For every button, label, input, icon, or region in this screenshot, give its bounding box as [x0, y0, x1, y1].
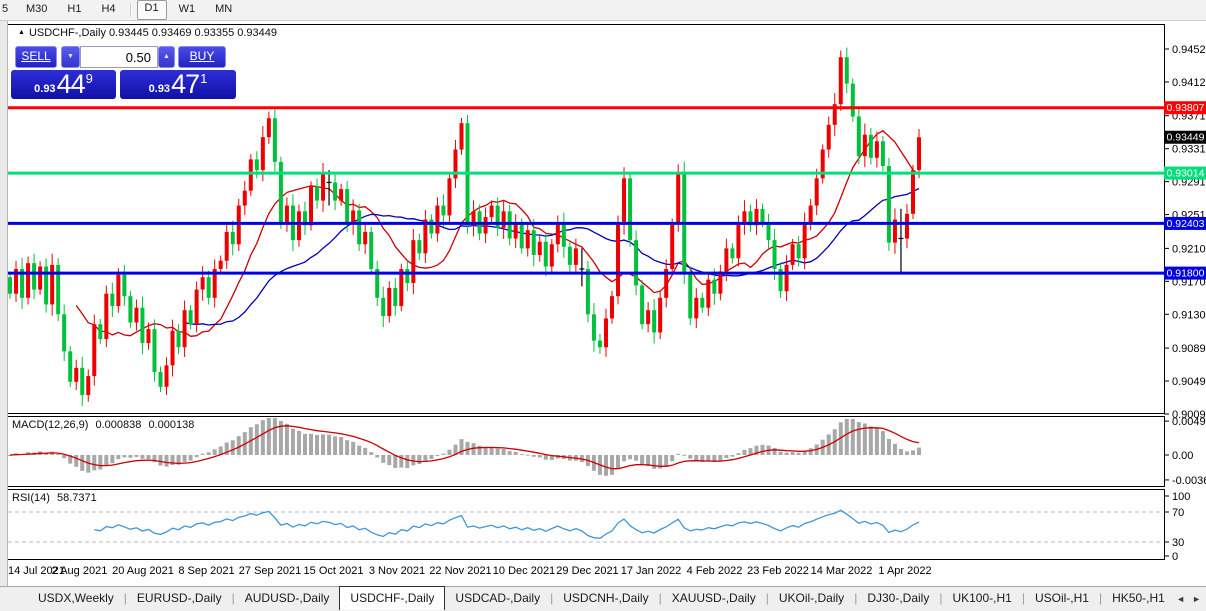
- ohlc-high: 0.93469: [151, 27, 192, 39]
- svg-text:0.00: 0.00: [1172, 450, 1193, 462]
- tab-dj30-daily[interactable]: DJ30-,Daily: [857, 587, 939, 611]
- tab-audusd-daily[interactable]: AUDUSD-,Daily: [235, 587, 340, 611]
- buy-price-sup: 1: [200, 71, 208, 86]
- macd-name: MACD(12,26,9): [12, 419, 89, 431]
- tabs-scroll-left-icon[interactable]: ◄: [1176, 594, 1185, 604]
- svg-text:0.94120: 0.94120: [1172, 77, 1206, 89]
- volume-decrease-button[interactable]: ▼: [61, 46, 80, 68]
- ohlc-open: 0.93445: [108, 27, 149, 39]
- svg-text:29 Dec 2021: 29 Dec 2021: [556, 565, 618, 577]
- timeframe-5[interactable]: 5: [2, 1, 14, 19]
- buy-price-big: 47: [171, 69, 200, 99]
- macd-main-value: 0.000838: [95, 419, 142, 431]
- svg-text:0.93449: 0.93449: [1167, 132, 1205, 144]
- svg-text:0.91800: 0.91800: [1167, 268, 1205, 280]
- svg-text:4 Feb 2022: 4 Feb 2022: [687, 565, 743, 577]
- volume-input[interactable]: [80, 46, 158, 68]
- tab-usdx-weekly[interactable]: USDX,Weekly: [28, 587, 124, 611]
- svg-text:1 Apr 2022: 1 Apr 2022: [878, 565, 931, 577]
- one-click-trade-panel: SELL ▼ ▲ BUY 0.93 44 9 0.93 47 1: [11, 44, 237, 100]
- timeframe-toolbar: 5 M30 H1 H4 D1 W1 MN: [0, 0, 1206, 21]
- tab-ukoil-daily[interactable]: UKOil-,Daily: [769, 587, 854, 611]
- volume-increase-button[interactable]: ▲: [158, 46, 175, 68]
- rsi-pane[interactable]: [7, 489, 1165, 560]
- buy-price-display[interactable]: 0.93 47 1: [120, 70, 236, 99]
- sell-price-sup: 9: [85, 71, 93, 86]
- rsi-name: RSI(14): [12, 492, 50, 504]
- tab-usdchf-daily[interactable]: USDCHF-,Daily: [339, 586, 446, 610]
- tab-uk100-h1[interactable]: UK100-,H1: [942, 587, 1021, 611]
- timeframe-m30[interactable]: M30: [18, 1, 55, 19]
- buy-button-label: BUY: [189, 49, 215, 63]
- svg-text:0.90890: 0.90890: [1172, 343, 1206, 355]
- svg-text:-0.00361: -0.00361: [1172, 475, 1206, 487]
- svg-text:10 Dec 2021: 10 Dec 2021: [493, 565, 555, 577]
- svg-text:0.93014: 0.93014: [1167, 168, 1205, 180]
- buy-price-prefix: 0.93: [148, 83, 171, 95]
- symbol-title: USDCHF-,Daily: [28, 27, 106, 39]
- triangle-up-icon: ▲: [163, 53, 170, 60]
- chart-header: ▲ USDCHF-,Daily 0.93445 0.93469 0.93355 0.934…: [18, 27, 280, 39]
- svg-text:23 Feb 2022: 23 Feb 2022: [747, 565, 809, 577]
- svg-text:0: 0: [1172, 551, 1178, 563]
- toolbar-separator: [129, 3, 131, 17]
- svg-text:22 Nov 2021: 22 Nov 2021: [429, 565, 491, 577]
- tab-eurusd-daily[interactable]: EURUSD-,Daily: [127, 587, 232, 611]
- timeframe-w1[interactable]: W1: [171, 1, 204, 19]
- svg-text:20 Aug 2021: 20 Aug 2021: [112, 565, 174, 577]
- macd-pane-label: MACD(12,26,9) 0.000838 0.000138: [12, 419, 198, 431]
- tab-xauusd-daily[interactable]: XAUUSD-,Daily: [662, 587, 766, 611]
- timeframe-d1[interactable]: D1: [136, 0, 167, 20]
- timeframe-h1[interactable]: H1: [59, 1, 89, 19]
- svg-text:0.92403: 0.92403: [1167, 218, 1205, 230]
- svg-text:15 Oct 2021: 15 Oct 2021: [304, 565, 364, 577]
- sell-button[interactable]: SELL: [15, 46, 57, 68]
- triangle-down-icon: ▼: [67, 53, 74, 60]
- macd-signal-value: 0.000138: [148, 419, 195, 431]
- svg-text:0.004913: 0.004913: [1172, 416, 1206, 428]
- timeframe-h4[interactable]: H4: [93, 1, 123, 19]
- sell-button-label: SELL: [21, 49, 51, 63]
- window-left-edge: [0, 20, 8, 611]
- svg-text:0.93807: 0.93807: [1167, 102, 1205, 114]
- symbol-triangle-icon: ▲: [18, 29, 25, 36]
- rsi-value: 58.7371: [56, 492, 97, 504]
- tab-hk50-h1[interactable]: HK50-,H1: [1102, 587, 1175, 611]
- svg-text:70: 70: [1172, 507, 1184, 519]
- buy-button[interactable]: BUY: [178, 46, 226, 68]
- svg-text:2 Aug 2021: 2 Aug 2021: [52, 565, 108, 577]
- time-axis: 14 Jul 20212 Aug 2021 20 Aug 2021 8 Sep 20…: [8, 565, 932, 577]
- svg-text:8 Sep 2021: 8 Sep 2021: [178, 565, 234, 577]
- tabs-scroll-right-icon[interactable]: ►: [1192, 594, 1201, 604]
- tab-usoil-h1[interactable]: USOil-,H1: [1025, 587, 1099, 611]
- svg-text:0.93310: 0.93310: [1172, 144, 1206, 156]
- timeframe-mn[interactable]: MN: [207, 1, 240, 19]
- sell-price-big: 44: [56, 69, 86, 99]
- sell-price-prefix: 0.93: [34, 83, 56, 95]
- chart-tabbar: USDX,Weekly | EURUSD-,Daily | AUDUSD-,Daily U…: [0, 586, 1206, 611]
- svg-text:0.90490: 0.90490: [1172, 376, 1206, 388]
- ohlc-low: 0.93355: [194, 27, 235, 39]
- sell-price-display[interactable]: 0.93 44 9: [11, 70, 116, 99]
- svg-text:14 Mar 2022: 14 Mar 2022: [811, 565, 873, 577]
- svg-text:0.94520: 0.94520: [1172, 44, 1206, 56]
- svg-text:17 Jan 2022: 17 Jan 2022: [621, 565, 682, 577]
- svg-text:27 Sep 2021: 27 Sep 2021: [239, 565, 301, 577]
- svg-text:100: 100: [1172, 491, 1190, 503]
- svg-text:0.92100: 0.92100: [1172, 243, 1206, 255]
- tab-usdcad-daily[interactable]: USDCAD-,Daily: [445, 587, 550, 611]
- svg-text:30: 30: [1172, 537, 1184, 549]
- svg-text:3 Nov 2021: 3 Nov 2021: [369, 565, 425, 577]
- rsi-pane-label: RSI(14) 58.7371: [12, 492, 101, 504]
- tab-usdcnh-daily[interactable]: USDCNH-,Daily: [553, 587, 658, 611]
- tab-scroll-arrows: ◄ ►: [1176, 587, 1201, 611]
- svg-text:0.91300: 0.91300: [1172, 309, 1206, 321]
- ohlc-close: 0.93449: [237, 27, 277, 39]
